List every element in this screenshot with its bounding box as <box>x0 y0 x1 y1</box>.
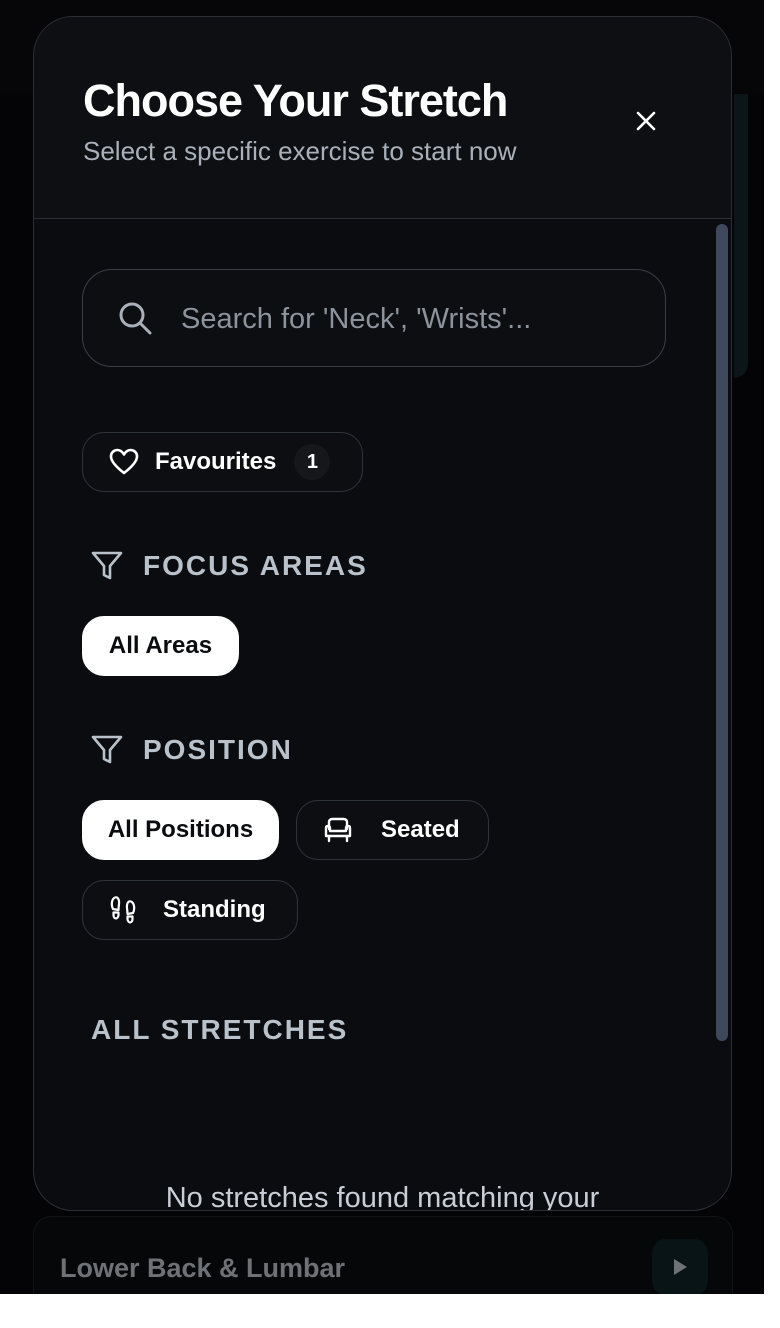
position-option-all-positions[interactable]: All Positions <box>82 800 279 860</box>
position-option-standing[interactable]: Standing <box>82 880 298 940</box>
position-option-label: All Positions <box>107 816 254 843</box>
favourites-count-badge: 1 <box>294 444 331 480</box>
focus-areas-heading: FOCUS AREAS <box>91 550 368 582</box>
position-option-label: Seated <box>381 816 460 843</box>
filter-icon <box>91 551 123 580</box>
search-box[interactable] <box>82 269 666 367</box>
position-option-seated[interactable]: Seated <box>296 800 489 860</box>
modal-subtitle: Select a specific exercise to start now <box>83 136 517 166</box>
close-button[interactable] <box>626 101 666 141</box>
modal-header: Choose Your Stretch Select a specific ex… <box>34 17 731 219</box>
all-stretches-heading: ALL STRETCHES <box>91 1014 349 1045</box>
favourites-button[interactable]: Favourites 1 <box>82 432 363 492</box>
modal-title: Choose Your Stretch <box>83 75 508 126</box>
heart-icon <box>109 448 139 475</box>
position-heading-text: POSITION <box>143 734 293 765</box>
focus-option-label: All Areas <box>108 632 213 659</box>
search-input[interactable] <box>179 288 653 350</box>
scrollbar-thumb[interactable] <box>716 224 728 1041</box>
search-icon <box>119 302 152 335</box>
focus-areas-heading-text: FOCUS AREAS <box>143 550 368 581</box>
armchair-icon <box>324 817 352 843</box>
close-icon <box>636 111 656 131</box>
position-option-label: Standing <box>163 896 266 923</box>
footprints-icon <box>110 896 136 924</box>
empty-results-message: No stretches found matching your <box>165 1182 600 1211</box>
modal-body: Favourites 1 FOCUS AREAS All Areas POSIT… <box>34 220 731 1210</box>
filter-icon <box>91 735 123 764</box>
position-heading: POSITION <box>91 734 293 766</box>
focus-option-all-areas[interactable]: All Areas <box>82 616 239 676</box>
stretch-picker-modal: Choose Your Stretch Select a specific ex… <box>33 16 732 1211</box>
favourites-label: Favourites <box>155 448 277 475</box>
